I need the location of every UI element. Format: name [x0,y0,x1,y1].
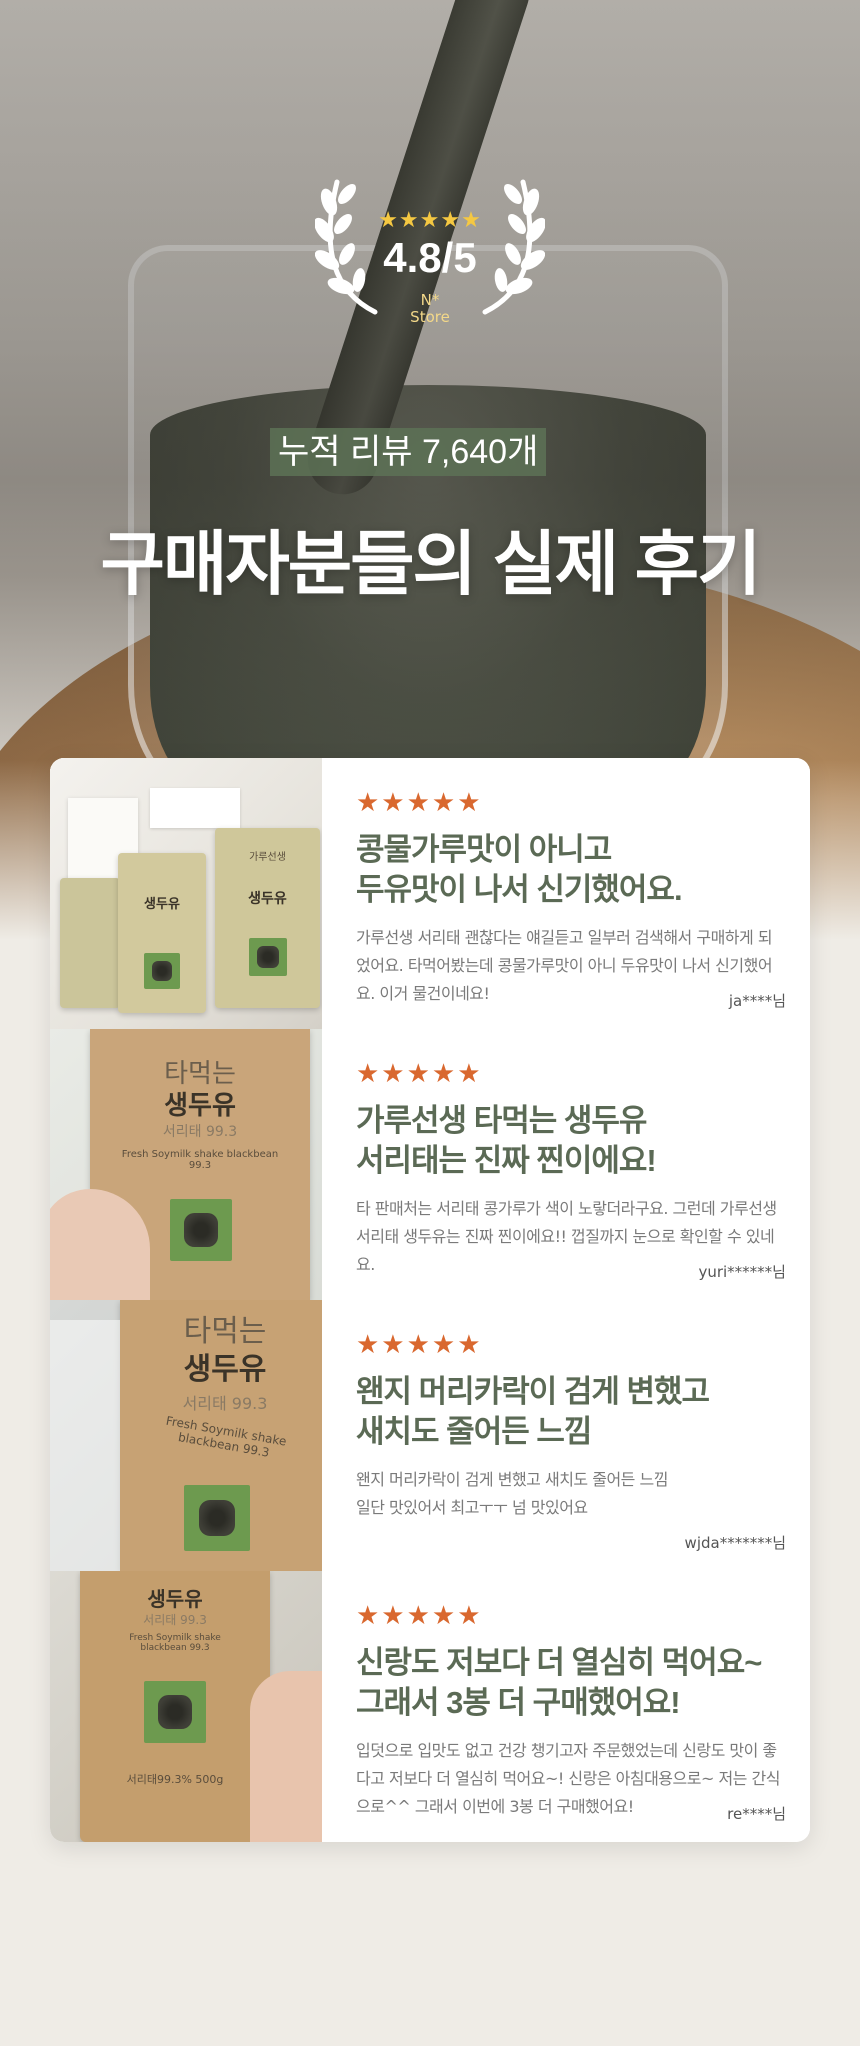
pack-title-b: 생두유 [183,1353,267,1386]
badge-score: 4.8/5 [383,234,477,281]
review-card: 생두유 서리태 99.3 Fresh Soymilk shake blackbe… [50,1571,810,1842]
review-text: 가루선생 서리태 괜찮다는 얘길듣고 일부러 검색해서 구매하게 되었어요. 타… [356,928,773,1003]
pack-en: Fresh Soymilk shake blackbean 99.3 [121,1149,279,1171]
review-photo: 생두유 서리태 99.3 Fresh Soymilk shake blackbe… [50,1571,322,1842]
review-title: 왠지 머리카락이 검게 변했고 새치도 줄어든 느낌 [356,1374,710,1449]
review-photo: 생두유 가루선생 생두유 [50,758,322,1029]
review-photo: 타먹는 생두유 서리태 99.3 Fresh Soymilk shake bla… [50,1300,322,1571]
badge-store: N* Store [315,292,545,326]
pack-weight: 서리태99.3% 500g [126,1773,224,1786]
badge-store-line1: N* [420,291,440,309]
review-title: 콩물가루맛이 아니고 두유맛이 나서 신기했어요. [356,832,683,907]
pack-title: 생두유 [144,896,180,911]
hero-overlay [0,0,860,800]
star-rating-icon: ★★★★★ [356,1330,483,1360]
star-rating-icon: ★★★★★ [356,788,483,818]
pack-title-b: 생두유 [147,1589,203,1611]
review-card: 타먹는 생두유 서리태 99.3 Fresh Soymilk shake bla… [50,1029,810,1300]
review-card: 생두유 가루선생 생두유 ★★★★★ 콩물가루맛이 아니고 두유맛이 나서 신기… [50,758,810,1029]
rating-badge: ★★★★★ 4.8/5 N* Store [315,172,545,342]
pack-title: 생두유 [248,890,287,906]
review-text: 왠지 머리카락이 검게 변했고 새치도 줄어든 느낌 일단 맛있어서 최고ㅜㅜ … [356,1470,668,1517]
review-text: 입덧으로 입맛도 없고 건강 챙기고자 주문했었는데 신랑도 맛이 좋다고 저보… [356,1741,780,1816]
review-count-label: 누적 리뷰 7,640개 [270,428,547,476]
review-author: wjda*******님 [684,1534,786,1552]
review-photo: 타먹는 생두유 서리태 99.3 Fresh Soymilk shake bla… [50,1029,322,1300]
review-author: ja****님 [728,992,786,1010]
page-title: 구매자분들의 실제 후기 [100,525,762,603]
review-author: yuri******님 [698,1263,786,1281]
review-title: 가루선생 타먹는 생두유 서리태는 진짜 찐이에요! [356,1103,657,1178]
badge-store-line2: Store [410,308,450,326]
star-rating-icon: ★★★★★ [356,1601,483,1631]
review-author: re****님 [727,1805,786,1823]
review-body: ★★★★★ 콩물가루맛이 아니고 두유맛이 나서 신기했어요. 가루선생 서리태… [322,758,810,1029]
pack-en: Fresh Soymilk shake blackbean 99.3 [164,1413,288,1460]
review-body: ★★★★★ 신랑도 저보다 더 열심히 먹어요~ 그래서 3봉 더 구매했어요!… [322,1571,810,1842]
pack-title-b: 생두유 [164,1090,236,1120]
review-body: ★★★★★ 가루선생 타먹는 생두유 서리태는 진짜 찐이에요! 타 판매처는 … [322,1029,810,1300]
review-list: 생두유 가루선생 생두유 ★★★★★ 콩물가루맛이 아니고 두유맛이 나서 신기… [50,758,810,1842]
review-body: ★★★★★ 왠지 머리카락이 검게 변했고 새치도 줄어든 느낌 왠지 머리카락… [322,1300,810,1571]
badge-stars-icon: ★★★★★ [378,208,482,233]
review-card: 타먹는 생두유 서리태 99.3 Fresh Soymilk shake bla… [50,1300,810,1571]
pack-brand: 가루선생 [249,852,286,863]
star-rating-icon: ★★★★★ [356,1059,483,1089]
review-title: 신랑도 저보다 더 열심히 먹어요~ 그래서 3봉 더 구매했어요! [356,1645,762,1720]
pack-sub: 서리태 99.3 [162,1124,238,1140]
pack-en: Fresh Soymilk shake blackbean 99.3 [129,1633,221,1653]
pack-sub: 서리태 99.3 [143,1613,207,1627]
